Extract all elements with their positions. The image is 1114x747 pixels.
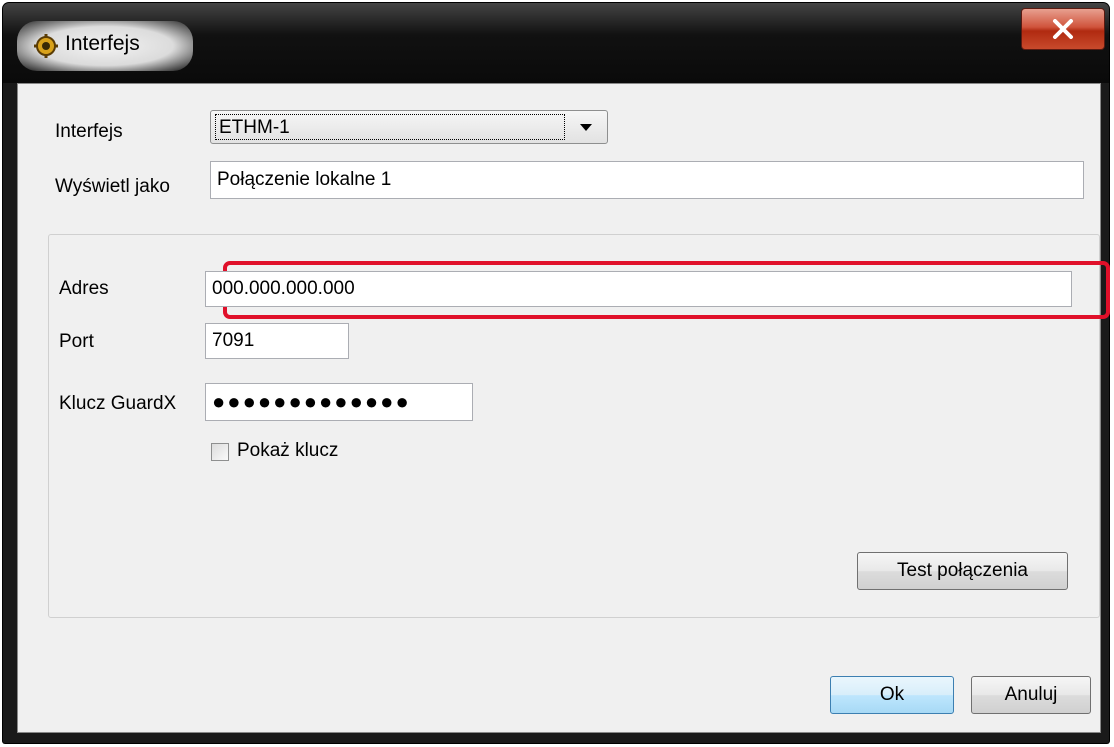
ok-button[interactable]: Ok <box>830 676 954 714</box>
close-icon <box>1053 19 1073 39</box>
guardx-key-input[interactable]: ●●●●●●●●●●●●● <box>205 383 473 421</box>
display-as-input[interactable]: Połączenie lokalne 1 <box>210 161 1084 199</box>
port-label: Port <box>59 331 94 352</box>
interface-label: Interfejs <box>55 121 123 142</box>
cancel-button[interactable]: Anuluj <box>971 676 1091 714</box>
interface-select[interactable]: ETHM-1 <box>210 110 608 144</box>
dialog-body: Interfejs ETHM-1 Wyświetl jako Połączeni… <box>17 83 1110 733</box>
chevron-down-icon <box>580 124 592 131</box>
show-key-checkbox[interactable] <box>211 443 229 461</box>
close-button[interactable] <box>1021 8 1105 50</box>
port-input[interactable]: 7091 <box>205 323 349 359</box>
address-input[interactable]: 000.000.000.000 <box>205 271 1072 307</box>
test-connection-button[interactable]: Test połączenia <box>857 552 1068 590</box>
show-key-label[interactable]: Pokaż klucz <box>237 440 338 462</box>
display-as-label: Wyświetl jako <box>55 176 170 197</box>
gear-icon <box>34 34 58 58</box>
address-label: Adres <box>59 278 109 299</box>
interface-select-value: ETHM-1 <box>215 114 565 140</box>
title-bar[interactable]: Interfejs <box>3 3 1109 83</box>
window-title: Interfejs <box>65 32 140 55</box>
dialog-window: Interfejs Interfejs ETHM-1 Wyświetl jako… <box>3 3 1110 743</box>
connection-group: Adres 000.000.000.000 Port 7091 Klucz Gu… <box>48 234 1110 618</box>
guardx-key-label: Klucz GuardX <box>59 393 177 414</box>
